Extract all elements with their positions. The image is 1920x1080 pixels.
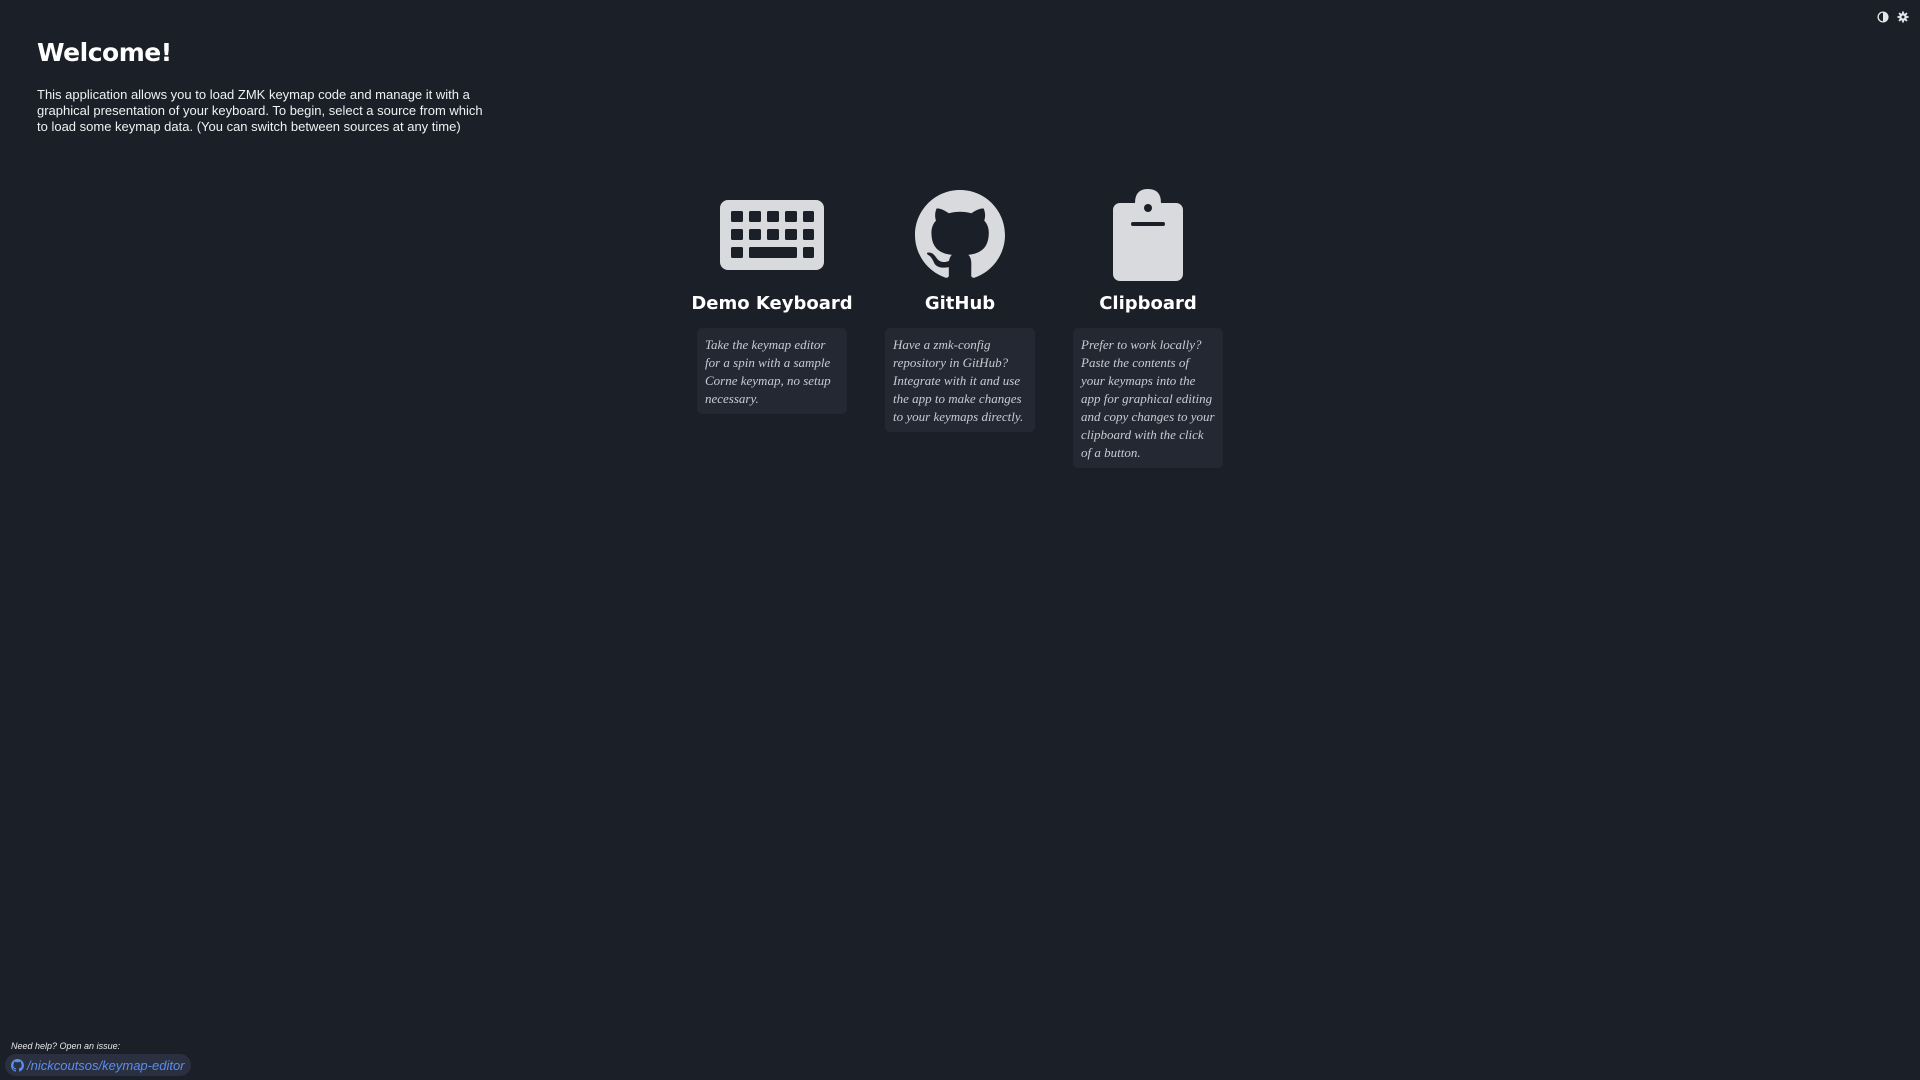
repo-link-label: /nickcoutsos/keymap-editor <box>27 1057 185 1073</box>
gear-icon <box>1897 11 1909 23</box>
source-title: Demo Keyboard <box>691 293 853 314</box>
keyboard-icon <box>717 188 827 282</box>
help-text: Need help? Open an issue: <box>11 1041 121 1051</box>
source-github[interactable]: GitHub Have a zmk-config repository in G… <box>885 188 1035 468</box>
page-title: Welcome! <box>37 38 172 67</box>
theme-toggle-button[interactable] <box>1876 10 1890 24</box>
source-title: Clipboard <box>1099 293 1197 314</box>
github-icon <box>11 1058 24 1072</box>
half-circle-contrast-icon <box>1877 11 1889 23</box>
source-selector: Demo Keyboard Take the keymap editor for… <box>691 188 1223 468</box>
source-demo-keyboard[interactable]: Demo Keyboard Take the keymap editor for… <box>691 188 853 468</box>
intro-description: This application allows you to load ZMK … <box>37 87 483 134</box>
top-controls <box>1876 10 1910 24</box>
github-icon <box>905 188 1015 282</box>
source-clipboard[interactable]: Clipboard Prefer to work locally? Paste … <box>1073 188 1223 468</box>
source-title: GitHub <box>924 293 996 314</box>
clipboard-icon <box>1093 188 1203 282</box>
repo-link[interactable]: /nickcoutsos/keymap-editor <box>5 1054 191 1076</box>
source-description: Take the keymap editor for a spin with a… <box>697 328 847 414</box>
intro-section: Welcome! This application allows you to … <box>37 38 497 135</box>
source-description: Prefer to work locally? Paste the conten… <box>1073 328 1223 468</box>
welcome-page: Welcome! This application allows you to … <box>0 0 1920 1080</box>
settings-button[interactable] <box>1896 10 1910 24</box>
source-description: Have a zmk-config repository in GitHub? … <box>885 328 1035 432</box>
